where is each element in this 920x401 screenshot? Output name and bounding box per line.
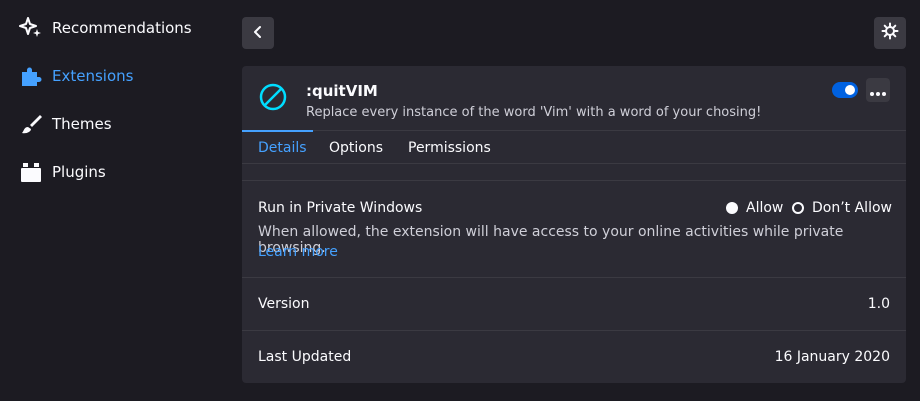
- radio-allow[interactable]: Allow: [726, 200, 783, 216]
- sidebar-item-label: Plugins: [52, 163, 106, 181]
- more-options-button[interactable]: [866, 78, 890, 102]
- radio-dont-allow[interactable]: Don’t Allow: [792, 200, 892, 216]
- sidebar-item-label: Extensions: [52, 67, 134, 85]
- addon-name: :quitVIM: [306, 82, 378, 100]
- sidebar-item-recommendations[interactable]: Recommendations: [18, 12, 192, 44]
- back-button[interactable]: [242, 17, 274, 49]
- brush-icon: [18, 111, 44, 137]
- sidebar-item-themes[interactable]: Themes: [18, 108, 112, 140]
- sidebar-item-label: Themes: [52, 115, 112, 133]
- tab-details[interactable]: Details: [242, 131, 323, 164]
- radio-dont-allow-label: Don’t Allow: [812, 200, 892, 216]
- last-updated-value: 16 January 2020: [774, 349, 890, 365]
- private-windows-description: When allowed, the extension will have ac…: [258, 224, 844, 256]
- radio-allow-label: Allow: [746, 200, 784, 216]
- tab-permissions[interactable]: Permissions: [392, 131, 507, 164]
- sidebar-item-plugins[interactable]: Plugins: [18, 156, 106, 188]
- sidebar-item-label: Recommendations: [52, 19, 192, 37]
- divider: [242, 277, 906, 278]
- enable-toggle[interactable]: [832, 82, 858, 98]
- divider: [242, 180, 906, 181]
- last-updated-label: Last Updated: [258, 349, 352, 365]
- radio-allow-indicator[interactable]: [726, 202, 738, 214]
- addon-icon: [258, 82, 288, 112]
- gear-icon: [881, 22, 899, 44]
- private-windows-label: Run in Private Windows: [258, 200, 423, 216]
- sidebar: Recommendations Extensions Themes Plugin…: [0, 0, 230, 401]
- sparkle-icon: [18, 15, 44, 41]
- chevron-left-icon: [251, 24, 265, 43]
- settings-button[interactable]: [874, 17, 906, 49]
- more-icon: [870, 81, 886, 100]
- version-label: Version: [258, 296, 310, 312]
- plugin-icon: [18, 159, 44, 185]
- divider: [242, 330, 906, 331]
- sidebar-item-extensions[interactable]: Extensions: [18, 60, 133, 92]
- tab-options[interactable]: Options: [313, 131, 399, 164]
- puzzle-icon: [18, 63, 44, 89]
- tab-bar: Details Options Permissions: [242, 130, 906, 164]
- toggle-knob: [845, 85, 855, 95]
- addon-description: Replace every instance of the word 'Vim'…: [306, 105, 762, 120]
- radio-dont-allow-indicator[interactable]: [792, 202, 804, 214]
- version-value: 1.0: [867, 296, 890, 312]
- addon-card: :quitVIM Replace every instance of the w…: [242, 66, 906, 383]
- learn-more-link[interactable]: Learn more: [258, 244, 338, 260]
